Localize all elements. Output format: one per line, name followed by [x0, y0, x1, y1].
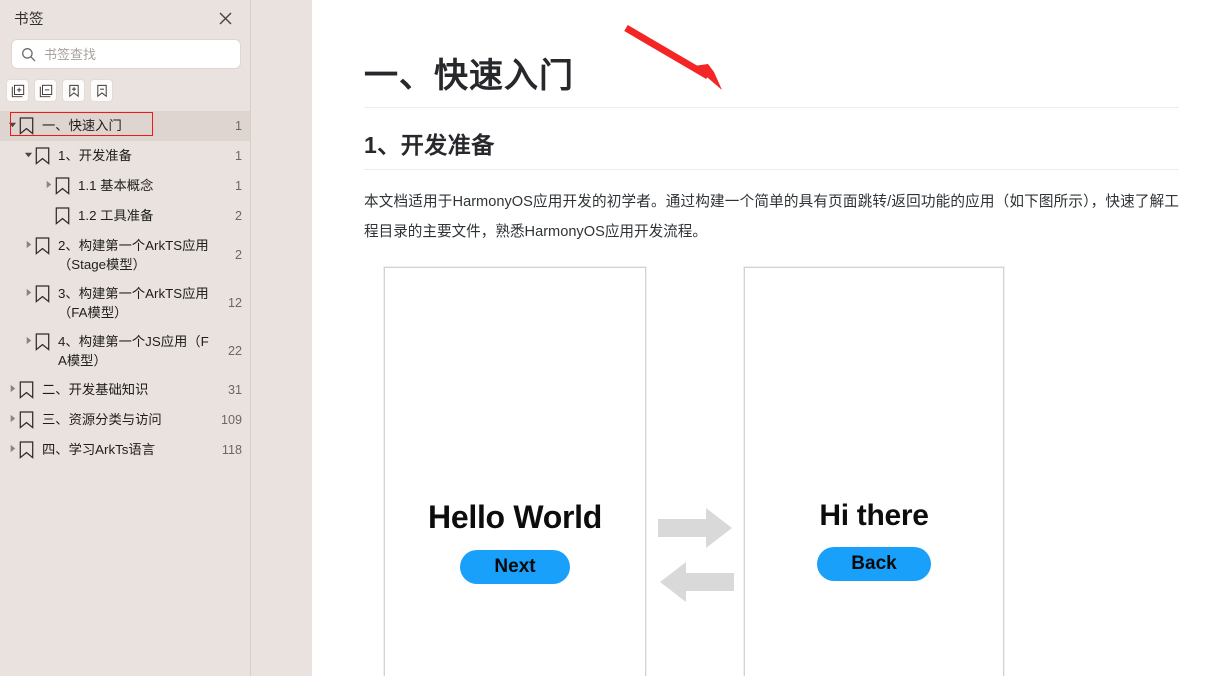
next-button[interactable]: Next [460, 550, 570, 584]
search-icon [21, 47, 36, 62]
add-bookmark-button[interactable] [62, 79, 85, 102]
bookmark-item[interactable]: 1.2 工具准备 2 [0, 201, 252, 231]
chevron-right-icon[interactable] [42, 180, 55, 189]
chevron-right-icon [42, 210, 55, 219]
bookmark-toolbar [0, 69, 252, 108]
search-container [0, 36, 252, 69]
bookmark-icon [19, 381, 36, 400]
figure-app-screens: Hello World Next Hi there Back [364, 267, 1179, 676]
bookmark-item[interactable]: 三、资源分类与访问 109 [0, 405, 252, 435]
bookmark-page-number: 109 [220, 412, 242, 427]
right-screen-title: Hi there [819, 499, 929, 532]
bookmark-item[interactable]: 4、构建第一个JS应用（FA模型） 22 [0, 327, 252, 375]
bookmark-icon [35, 237, 52, 256]
bookmark-label: 1、开发准备 [58, 148, 132, 163]
pdf-reader-window: 书签 书签查找 一、快速入门 1 1、开发准备 1 1.1 基本概念 1 1.2… [0, 0, 1231, 676]
bookmark-page-number: 12 [227, 295, 242, 310]
bookmark-icon [19, 117, 36, 136]
document-pane: 一、快速入门 1、开发准备 本文档适用于HarmonyOS应用开发的初学者。通过… [252, 0, 1231, 676]
bookmark-icon [55, 207, 72, 226]
bookmark-label: 4、构建第一个JS应用（FA模型） [58, 334, 209, 368]
section-heading: 1、开发准备 [364, 108, 1179, 170]
collapse-all-button[interactable] [34, 79, 57, 102]
bookmark-label: 二、开发基础知识 [42, 382, 149, 397]
bookmark-label: 三、资源分类与访问 [42, 412, 162, 427]
bookmark-label: 1.1 基本概念 [78, 178, 154, 193]
chevron-right-icon[interactable] [6, 414, 19, 423]
bookmark-search-box[interactable] [11, 39, 241, 69]
chevron-right-icon[interactable] [6, 384, 19, 393]
sidebar-title: 书签 [14, 11, 44, 28]
left-screen-title: Hello World [428, 499, 602, 535]
phone-mockup-left: Hello World Next [384, 267, 646, 676]
chevron-right-icon[interactable] [22, 240, 35, 249]
remove-bookmark-button[interactable] [90, 79, 113, 102]
bookmark-page-number: 2 [234, 208, 242, 223]
bookmark-item[interactable]: 1.1 基本概念 1 [0, 171, 252, 201]
bookmark-page-number: 2 [234, 247, 242, 262]
bookmark-item[interactable]: 一、快速入门 1 [0, 111, 252, 141]
bookmark-icon [55, 177, 72, 196]
bookmark-label: 四、学习ArkTs语言 [42, 442, 156, 457]
close-icon[interactable] [212, 5, 238, 31]
bookmark-label: 一、快速入门 [42, 118, 122, 133]
bookmark-label: 3、构建第一个ArkTS应用（FA模型） [58, 286, 209, 320]
bookmark-item[interactable]: 3、构建第一个ArkTS应用（FA模型） 12 [0, 279, 252, 327]
chevron-down-icon[interactable] [6, 120, 19, 129]
document-page: 一、快速入门 1、开发准备 本文档适用于HarmonyOS应用开发的初学者。通过… [312, 0, 1231, 676]
bookmark-icon [35, 147, 52, 166]
bookmark-icon [19, 411, 36, 430]
arrow-left-icon [660, 562, 734, 602]
search-input[interactable] [44, 46, 231, 62]
sidebar-header: 书签 [0, 0, 252, 36]
bookmark-label: 1.2 工具准备 [78, 208, 154, 223]
bookmark-icon [19, 441, 36, 460]
chevron-down-icon[interactable] [22, 150, 35, 159]
bookmark-tree[interactable]: 一、快速入门 1 1、开发准备 1 1.1 基本概念 1 1.2 工具准备 2 2、构建第一个A… [0, 111, 252, 676]
expand-all-button[interactable] [6, 79, 29, 102]
chevron-right-icon[interactable] [6, 444, 19, 453]
chevron-right-icon[interactable] [22, 336, 35, 345]
bookmark-item[interactable]: 2、构建第一个ArkTS应用（Stage模型） 2 [0, 231, 252, 279]
back-button[interactable]: Back [817, 547, 931, 581]
bookmark-label: 2、构建第一个ArkTS应用（Stage模型） [58, 238, 209, 272]
bookmark-icon [35, 285, 52, 304]
body-paragraph: 本文档适用于HarmonyOS应用开发的初学者。通过构建一个简单的具有页面跳转/… [364, 194, 1179, 240]
bookmark-page-number: 1 [234, 148, 242, 163]
bookmark-item[interactable]: 二、开发基础知识 31 [0, 375, 252, 405]
bookmark-page-number: 31 [227, 382, 242, 397]
chevron-right-icon[interactable] [22, 288, 35, 297]
bookmark-item[interactable]: 1、开发准备 1 [0, 141, 252, 171]
bookmark-page-number: 1 [234, 118, 242, 133]
bookmark-icon [35, 333, 52, 352]
transition-arrows [656, 505, 736, 615]
page-title: 一、快速入门 [364, 0, 1179, 108]
bookmark-page-number: 118 [221, 442, 242, 457]
bookmark-page-number: 22 [227, 343, 242, 358]
bookmark-page-number: 1 [234, 178, 242, 193]
phone-mockup-right: Hi there Back [744, 267, 1004, 676]
bookmarks-sidebar: 书签 书签查找 一、快速入门 1 1、开发准备 1 1.1 基本概念 1 1.2… [0, 0, 252, 676]
arrow-right-icon [658, 508, 732, 548]
bookmark-item[interactable]: 四、学习ArkTs语言 118 [0, 435, 252, 465]
